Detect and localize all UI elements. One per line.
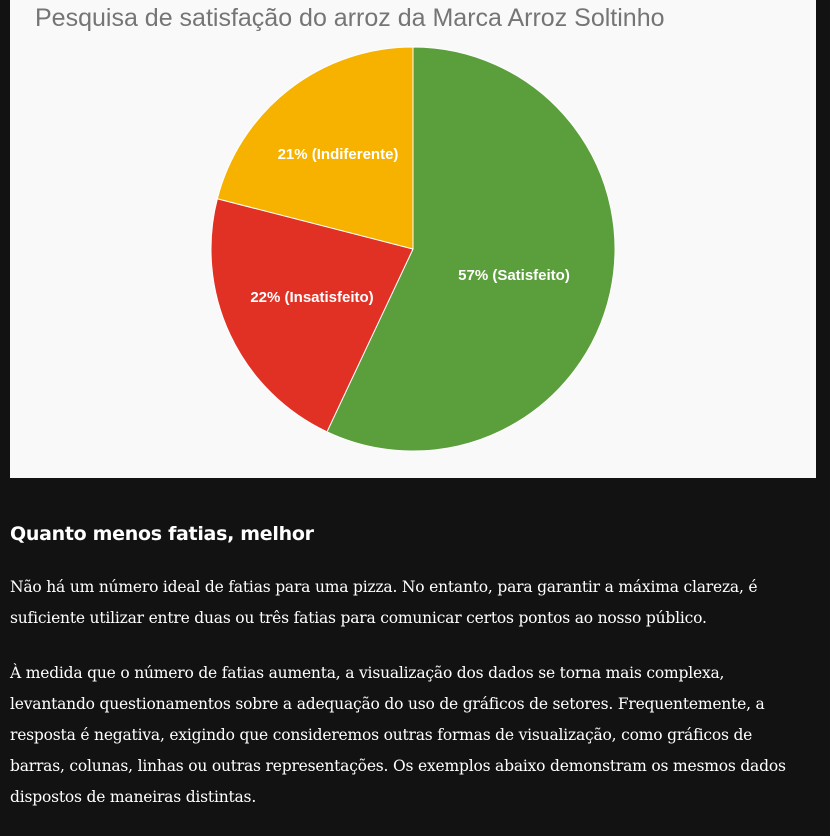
slice-label-insatisfeito: 22% (Insatisfeito) bbox=[250, 289, 373, 306]
pie-chart: Pesquisa de satisfação do arroz da Marca… bbox=[10, 0, 816, 478]
paragraph-2: À medida que o número de fatias aumenta,… bbox=[10, 664, 786, 806]
chart-title: Pesquisa de satisfação do arroz da Marca… bbox=[35, 4, 665, 32]
paragraph-1: Não há um número ideal de fatias para um… bbox=[10, 578, 758, 627]
article: Quanto menos fatias, melhor Não há um nú… bbox=[10, 520, 800, 836]
section-heading: Quanto menos fatias, melhor bbox=[10, 523, 314, 545]
slice-label-satisfeito: 57% (Satisfeito) bbox=[458, 267, 570, 284]
pie-chart-svg: Pesquisa de satisfação do arroz da Marca… bbox=[35, 4, 665, 452]
pie-slices bbox=[210, 46, 616, 452]
slice-label-indiferente: 21% (Indiferente) bbox=[278, 146, 399, 163]
page: Pesquisa de satisfação do arroz da Marca… bbox=[0, 0, 830, 836]
